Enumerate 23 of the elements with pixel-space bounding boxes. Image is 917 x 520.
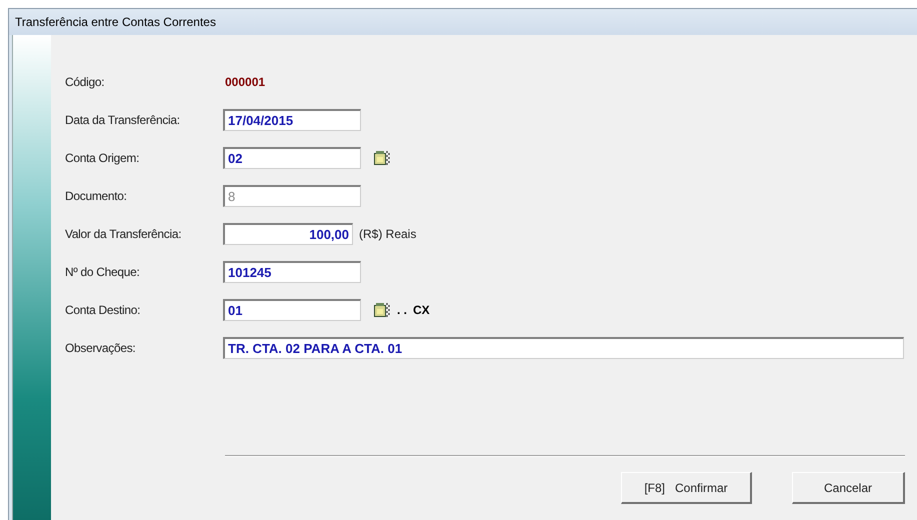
field-label: Data da Transferência: [65,113,181,127]
field-label: Valor da Transferência: [65,227,182,241]
input-field[interactable]: 02 [223,147,361,169]
dialog-button[interactable]: [F8] Confirmar [621,472,752,504]
field-label: Conta Origem: [65,151,140,165]
lookup-icon[interactable] [373,149,391,167]
code-value: 000001 [225,75,266,89]
window-title: Transferência entre Contas Correntes [9,9,917,35]
field-label: Código: [65,75,106,89]
input-field[interactable]: 17/04/2015 [223,109,361,131]
field-label: Nº do Cheque: [65,265,141,279]
input-field[interactable]: 101245 [223,261,361,283]
input-field[interactable]: 100,00 [223,223,353,245]
account-name: CX [413,303,430,317]
lookup-dots: . . [397,303,408,317]
input-field[interactable]: TR. CTA. 02 PARA A CTA. 01 [223,337,904,359]
currency-label: (R$) Reais [359,227,416,241]
field-label: Documento: [65,189,128,203]
lookup-icon[interactable] [373,301,391,319]
dialog-button[interactable]: Cancelar [792,472,905,504]
input-field[interactable]: 01 [223,299,361,321]
field-label: Observações: [65,341,136,355]
field-label: Conta Destino: [65,303,142,317]
